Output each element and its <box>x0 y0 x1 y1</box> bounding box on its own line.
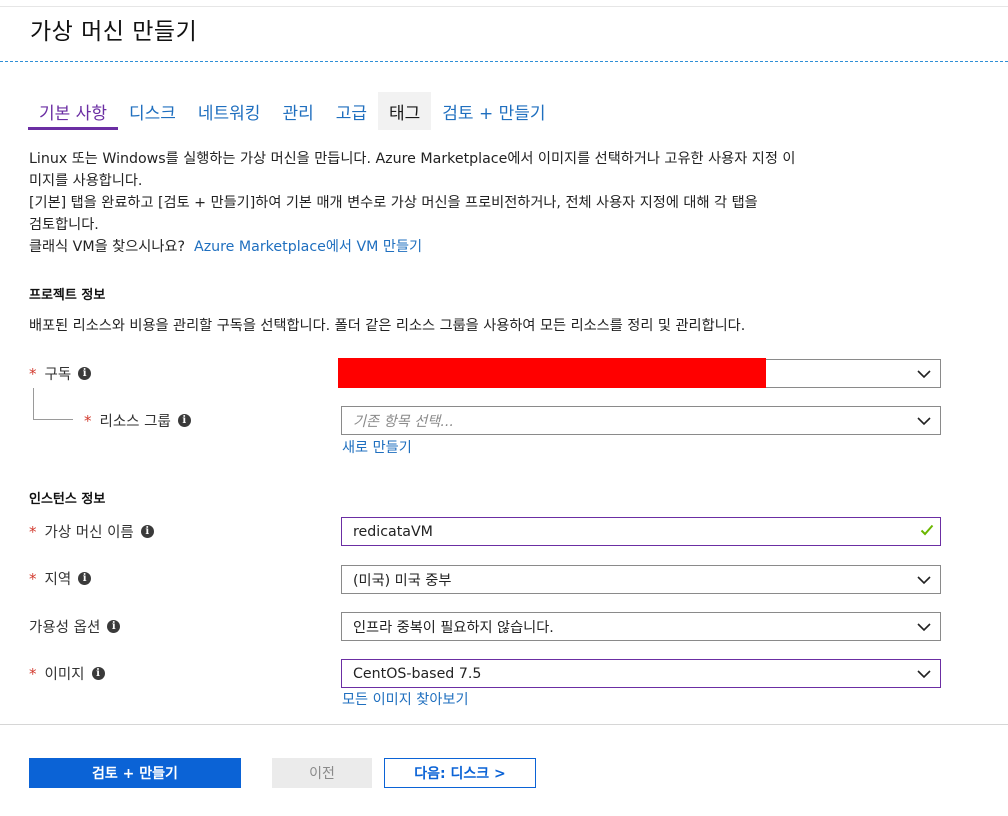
tab-disks[interactable]: 디스크 <box>118 92 187 130</box>
tab-review-create[interactable]: 검토 + 만들기 <box>431 92 556 130</box>
redacted-subscription <box>338 358 766 388</box>
tab-tags[interactable]: 태그 <box>378 92 432 130</box>
intro-line-4: 검토합니다. <box>29 217 99 233</box>
checkmark-icon <box>920 524 934 536</box>
review-create-button[interactable]: 검토 + 만들기 <box>29 758 241 788</box>
subscription-dropdown[interactable] <box>338 358 941 388</box>
vm-name-value: redicataVM <box>353 523 433 540</box>
region-value: (미국) 미국 중부 <box>353 572 452 589</box>
resource-group-label-text: 리소스 그룹 <box>99 414 171 430</box>
region-label-text: 지역 <box>44 572 72 588</box>
tab-bar: 기본 사항 디스크 네트워킹 관리 고급 태그 검토 + 만들기 <box>28 92 557 132</box>
tree-connector-horizontal <box>33 419 73 420</box>
classic-vm-line: 클래식 VM을 찾으시나요? Azure Marketplace에서 VM 만들… <box>29 236 949 258</box>
availability-dropdown[interactable]: 인프라 중복이 필요하지 않습니다. <box>341 612 941 641</box>
image-value: CentOS-based 7.5 <box>353 665 482 682</box>
info-icon[interactable]: i <box>91 667 105 680</box>
info-icon[interactable]: i <box>78 572 92 585</box>
header-divider <box>0 61 1008 62</box>
browse-all-images-link[interactable]: 모든 이미지 찾아보기 <box>342 689 469 709</box>
resource-group-placeholder: 기존 항목 선택... <box>353 413 454 430</box>
info-icon[interactable]: i <box>140 525 154 538</box>
availability-value: 인프라 중복이 필요하지 않습니다. <box>353 619 554 636</box>
region-label: * 지역 i <box>29 568 92 589</box>
instance-details-title: 인스턴스 정보 <box>29 492 106 507</box>
classic-vm-prefix: 클래식 VM을 찾으시나요? <box>29 239 185 255</box>
vm-name-label-text: 가상 머신 이름 <box>44 525 134 541</box>
chevron-down-icon <box>917 576 931 585</box>
required-icon: * <box>29 522 37 541</box>
intro-description: Linux 또는 Windows를 실행하는 가상 머신을 만듭니다. Azur… <box>29 148 949 258</box>
top-divider <box>0 6 1008 7</box>
classic-vm-link[interactable]: Azure Marketplace에서 VM 만들기 <box>194 239 422 255</box>
create-new-resource-group-link[interactable]: 새로 만들기 <box>342 437 412 457</box>
page-title: 가상 머신 만들기 <box>30 19 198 45</box>
region-dropdown[interactable]: (미국) 미국 중부 <box>341 565 941 594</box>
image-dropdown[interactable]: CentOS-based 7.5 <box>341 659 941 688</box>
subscription-label: * 구독 i <box>29 363 92 384</box>
tab-management[interactable]: 관리 <box>271 92 324 130</box>
footer-divider <box>0 724 1008 725</box>
info-icon[interactable]: i <box>177 414 191 427</box>
vm-name-input[interactable]: redicataVM <box>341 517 941 546</box>
info-icon[interactable]: i <box>78 367 92 380</box>
chevron-down-icon <box>917 370 931 379</box>
project-details-description: 배포된 리소스와 비용을 관리할 구독을 선택합니다. 폴더 같은 리소스 그룹… <box>29 318 746 334</box>
vm-name-label: * 가상 머신 이름 i <box>29 521 154 542</box>
tree-connector-vertical <box>33 388 34 420</box>
chevron-down-icon <box>917 623 931 632</box>
image-label: * 이미지 i <box>29 663 105 684</box>
tab-basics[interactable]: 기본 사항 <box>28 92 118 130</box>
tab-networking[interactable]: 네트워킹 <box>187 92 272 130</box>
previous-button[interactable]: 이전 <box>272 758 372 788</box>
subscription-label-text: 구독 <box>44 367 72 383</box>
required-icon: * <box>29 664 37 683</box>
resource-group-dropdown[interactable]: 기존 항목 선택... <box>341 406 941 435</box>
chevron-down-icon <box>917 417 931 426</box>
resource-group-label: * 리소스 그룹 i <box>84 410 191 431</box>
project-details-title: 프로젝트 정보 <box>29 288 106 303</box>
intro-line-3: [기본] 탭을 완료하고 [검토 + 만들기]하여 기본 매개 변수로 가상 머… <box>29 195 758 211</box>
intro-line-1: Linux 또는 Windows를 실행하는 가상 머신을 만듭니다. Azur… <box>29 151 796 167</box>
intro-line-2: 미지를 사용합니다. <box>29 173 143 189</box>
availability-label: 가용성 옵션 i <box>29 616 121 637</box>
info-icon[interactable]: i <box>107 620 121 633</box>
availability-label-text: 가용성 옵션 <box>29 620 101 636</box>
required-icon: * <box>29 364 37 383</box>
next-disks-button[interactable]: 다음: 디스크 > <box>384 758 536 788</box>
required-icon: * <box>29 569 37 588</box>
chevron-down-icon <box>917 670 931 679</box>
tab-advanced[interactable]: 고급 <box>325 92 378 130</box>
image-label-text: 이미지 <box>44 667 85 683</box>
required-icon: * <box>84 411 92 430</box>
